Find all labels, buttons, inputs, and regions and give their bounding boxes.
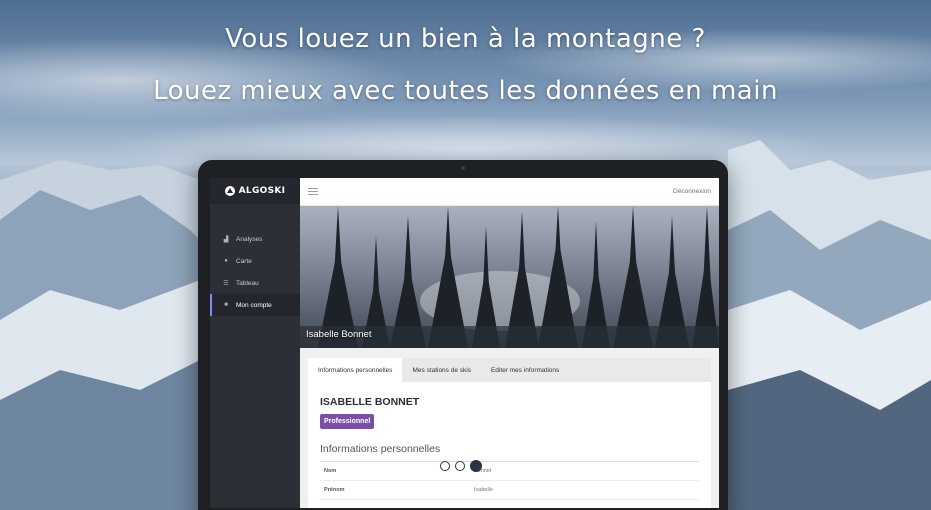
carousel-dots	[440, 460, 482, 472]
brand-name: ALGOSKI	[238, 186, 286, 196]
profile-card-area: Informations personnelles Mes stations d…	[300, 348, 719, 508]
field-label: Prénom	[324, 487, 345, 493]
sidebar-item-label: Analyses	[236, 235, 263, 243]
tab-mes-stations-de-skis[interactable]: Mes stations de skis	[402, 358, 481, 382]
tab-informations-personnelles[interactable]: Informations personnelles	[308, 358, 403, 382]
sidebar: ALGOSKI ▟ Analyses ● Carte ☰ Tableau ■ M…	[210, 178, 300, 508]
sidebar-item-tableau[interactable]: ☰ Tableau	[210, 272, 300, 294]
brand-logo[interactable]: ALGOSKI	[210, 178, 300, 204]
section-title: Informations personnelles	[320, 443, 441, 455]
profile-tabs: Informations personnelles Mes stations d…	[308, 358, 711, 382]
field-value: Isabelle	[474, 487, 493, 493]
hamburger-menu-icon[interactable]	[308, 188, 318, 195]
carousel-dot-2[interactable]	[455, 461, 465, 471]
sidebar-item-carte[interactable]: ● Carte	[210, 250, 300, 272]
map-pin-icon: ●	[224, 258, 228, 264]
forest-image	[300, 206, 719, 348]
carousel-dot-3[interactable]	[470, 460, 482, 472]
profile-full-name: ISABELLE BONNET	[320, 396, 420, 408]
sidebar-item-label: Carte	[236, 257, 252, 265]
profile-banner-name: Isabelle Bonnet	[306, 329, 372, 340]
carousel-dot-1[interactable]	[440, 461, 450, 471]
sidebar-nav: ▟ Analyses ● Carte ☰ Tableau ■ Mon compt…	[210, 228, 300, 316]
bar-chart-icon: ▟	[223, 236, 229, 243]
top-bar: Déconnexion	[300, 178, 719, 206]
app-screenshot: ALGOSKI ▟ Analyses ● Carte ☰ Tableau ■ M…	[210, 178, 719, 508]
hero-title: Vous louez un bien à la montagne ?	[225, 24, 706, 54]
account-type-badge: Professionnel	[320, 414, 375, 429]
laptop-frame: ALGOSKI ▟ Analyses ● Carte ☰ Tableau ■ M…	[198, 160, 728, 510]
sidebar-item-analyses[interactable]: ▟ Analyses	[210, 228, 300, 250]
sidebar-item-label: Tableau	[236, 279, 259, 287]
field-row-nom: Nom Bonnet	[320, 462, 699, 481]
tab-editer-mes-informations[interactable]: Editer mes informations	[481, 358, 569, 382]
profile-card: ISABELLE BONNET Professionnel Informatio…	[308, 382, 711, 508]
list-icon: ☰	[223, 280, 229, 287]
main-content: Déconnexion Isabelle Bonnet Informations…	[300, 178, 719, 508]
mountain-logo-icon	[224, 186, 235, 196]
user-icon: ■	[224, 302, 228, 308]
hero-subtitle: Louez mieux avec toutes les données en m…	[153, 76, 778, 106]
profile-banner: Isabelle Bonnet	[300, 206, 719, 348]
sidebar-item-mon-compte[interactable]: ■ Mon compte	[210, 294, 300, 316]
logout-link[interactable]: Déconnexion	[673, 188, 711, 195]
camera-icon	[461, 166, 465, 170]
sidebar-item-label: Mon compte	[236, 301, 272, 309]
field-row-prenom: Prénom Isabelle	[320, 481, 699, 500]
